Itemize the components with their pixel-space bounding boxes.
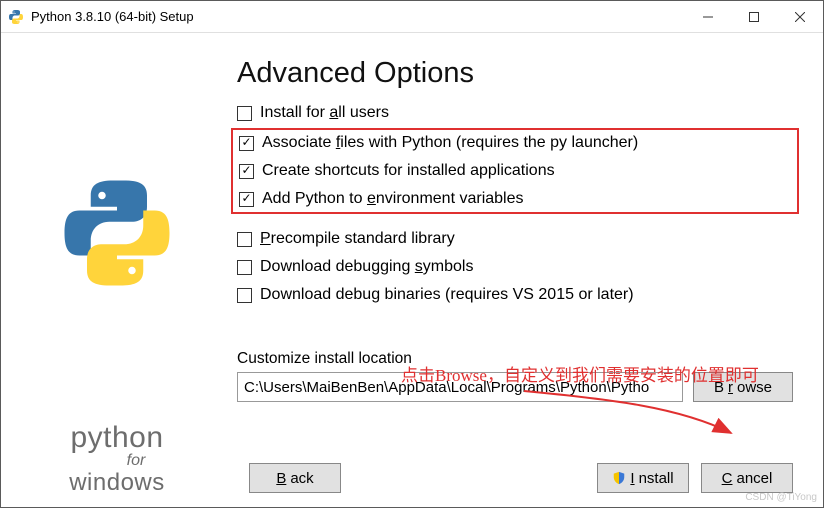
option-label: Install for all users [260,104,389,122]
window-title: Python 3.8.10 (64-bit) Setup [31,9,685,24]
close-button[interactable] [777,1,823,32]
checkbox-icon[interactable] [239,136,254,151]
option-label: Create shortcuts for installed applicati… [262,162,555,180]
maximize-button[interactable] [731,1,777,32]
checkbox-icon[interactable] [239,164,254,179]
option-label: Associate files with Python (requires th… [262,134,638,152]
checkbox-icon[interactable] [237,106,252,121]
option-row-1[interactable]: Associate files with Python (requires th… [239,134,791,152]
page-title: Advanced Options [237,57,793,90]
option-label: Precompile standard library [260,230,455,248]
annotation-text: 点击Browse，自定义到我们需要安装的位置即可 [401,361,759,386]
option-row-6[interactable]: Download debug binaries (requires VS 201… [237,286,793,304]
option-row-0[interactable]: Install for all users [237,104,793,122]
option-label: Add Python to environment variables [262,190,524,208]
option-label: Download debug binaries (requires VS 201… [260,286,634,304]
brand-text: python for windows [69,422,165,495]
checkbox-icon[interactable] [237,288,252,303]
install-button[interactable]: Install [597,463,689,493]
option-label: Download debugging symbols [260,258,473,276]
option-row-5[interactable]: Download debugging symbols [237,258,793,276]
titlebar: Python 3.8.10 (64-bit) Setup [1,1,823,33]
minimize-button[interactable] [685,1,731,32]
python-logo [57,173,177,297]
cancel-button[interactable]: Cancel [701,463,793,493]
shield-icon [612,471,626,485]
main-panel: Advanced Options Install for all users As… [233,33,823,507]
option-row-2[interactable]: Create shortcuts for installed applicati… [239,162,791,180]
python-icon [7,8,25,26]
action-row: Back Install Cancel [237,463,793,493]
checkbox-icon[interactable] [237,260,252,275]
installer-window: Python 3.8.10 (64-bit) Setup python [0,0,824,508]
option-row-4[interactable]: Precompile standard library [237,230,793,248]
checkbox-icon[interactable] [237,232,252,247]
sidebar: python for windows [1,33,233,507]
watermark: CSDN @TiYong [745,492,817,503]
window-controls [685,1,823,32]
options-list: Install for all users Associate files wit… [237,104,793,304]
option-row-3[interactable]: Add Python to environment variables [239,190,791,208]
highlighted-options: Associate files with Python (requires th… [231,128,799,214]
back-button[interactable]: Back [249,463,341,493]
checkbox-icon[interactable] [239,192,254,207]
